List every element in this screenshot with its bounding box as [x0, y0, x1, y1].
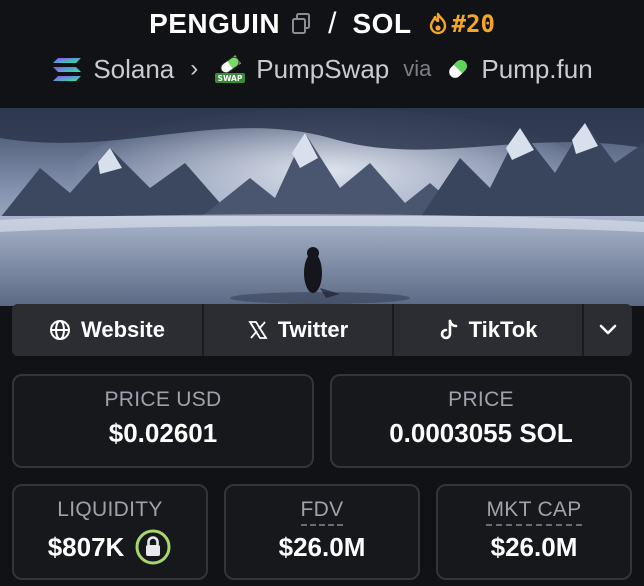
- tiktok-icon: [440, 319, 457, 340]
- price-usd-value: $0.02601: [108, 418, 218, 448]
- market-cap-label: MKT CAP: [486, 498, 582, 526]
- chevron-down-icon: [599, 324, 617, 335]
- twitter-link[interactable]: Twitter: [202, 304, 392, 356]
- quote-symbol: SOL: [352, 8, 412, 39]
- pair-separator: /: [328, 7, 337, 40]
- market-cap-value: $26.0M: [490, 532, 578, 562]
- fire-icon: [429, 12, 446, 35]
- x-logo-icon: [248, 321, 268, 339]
- chevron-right-icon: ›: [190, 55, 199, 82]
- solana-icon: [51, 54, 83, 84]
- pumpswap-icon: SWAP: [214, 54, 246, 84]
- trending-rank[interactable]: #20: [428, 10, 495, 38]
- globe-icon: [50, 320, 71, 340]
- rank-label: #20: [451, 10, 495, 38]
- token-banner-image: [0, 108, 644, 306]
- liquidity-card: LIQUIDITY $807K: [12, 484, 208, 580]
- twitter-label: Twitter: [277, 317, 349, 342]
- dex-badge-text: SWAP: [218, 74, 243, 83]
- lock-icon[interactable]: [134, 528, 172, 566]
- base-symbol: PENGUIN: [149, 8, 281, 39]
- tiktok-link[interactable]: TikTok: [392, 304, 582, 356]
- fdv-label: FDV: [300, 498, 344, 526]
- price-usd-label: PRICE USD: [104, 388, 222, 411]
- breadcrumb: Solana › SWAP PumpSwap via Pump.fun: [0, 50, 644, 88]
- price-usd-card: PRICE USD $0.02601: [12, 374, 314, 468]
- price-native-label: PRICE: [448, 388, 514, 411]
- market-cap-card[interactable]: MKT CAP $26.0M: [436, 484, 632, 580]
- dex-link[interactable]: PumpSwap: [256, 54, 389, 85]
- fdv-value: $26.0M: [278, 532, 366, 562]
- social-links-bar: Website Twitter TikTok: [12, 304, 632, 356]
- pair-title: PENGUIN / SOL #20: [0, 4, 644, 44]
- website-link[interactable]: Website: [12, 304, 202, 356]
- liquidity-label: LIQUIDITY: [57, 498, 163, 521]
- pair-header: PENGUIN / SOL #20 Solana › SWAP PumpSwap…: [0, 0, 644, 108]
- launchpad-link[interactable]: Pump.fun: [481, 54, 592, 85]
- more-links-button[interactable]: [582, 304, 632, 356]
- copy-icon[interactable]: [290, 12, 312, 36]
- fdv-card[interactable]: FDV $26.0M: [224, 484, 420, 580]
- chain-link[interactable]: Solana: [93, 54, 174, 85]
- website-label: Website: [81, 317, 165, 342]
- price-native-value: 0.0003055 SOL: [389, 418, 573, 448]
- via-text: via: [403, 56, 432, 81]
- tiktok-label: TikTok: [468, 317, 538, 342]
- liquidity-value: $807K: [47, 531, 125, 562]
- price-native-card: PRICE 0.0003055 SOL: [330, 374, 632, 468]
- pill-icon: [445, 54, 471, 84]
